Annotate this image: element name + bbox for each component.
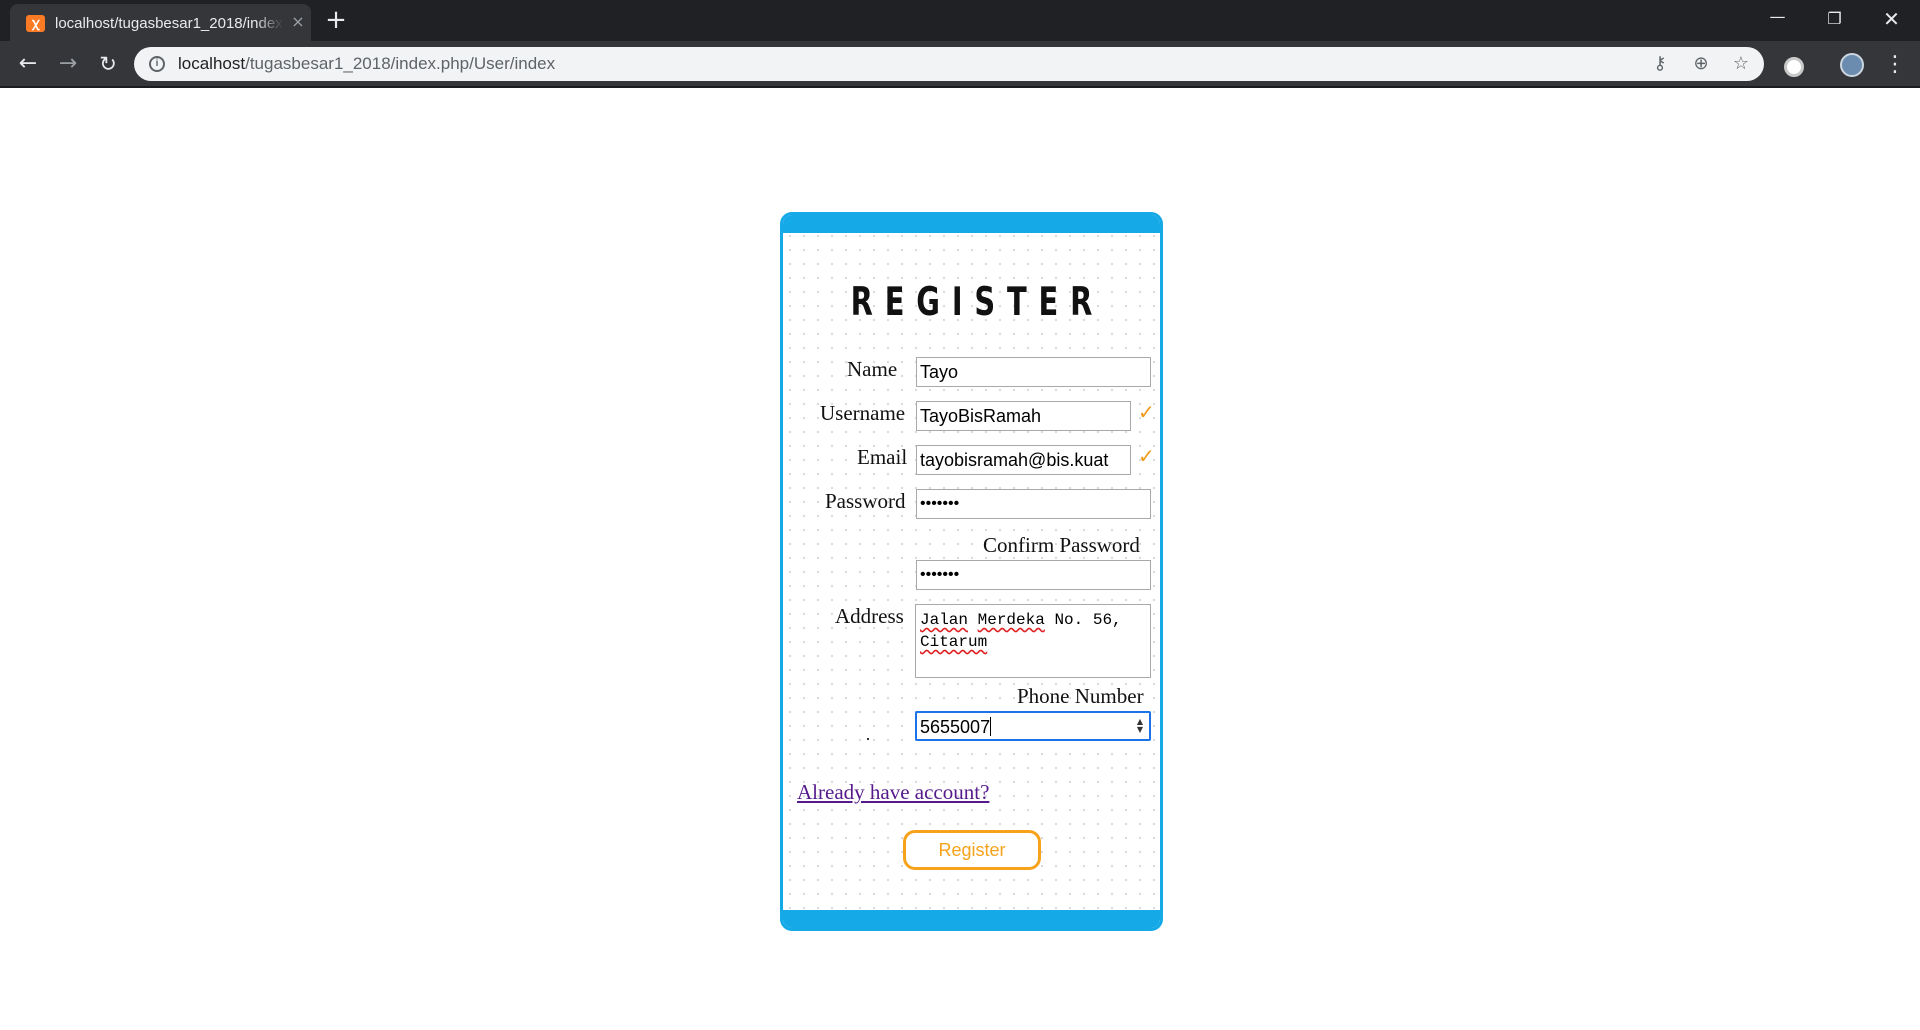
phone-label: Phone Number bbox=[1017, 684, 1144, 708]
key-icon[interactable]: ⚷ bbox=[1648, 52, 1672, 76]
address-text: No. 56, bbox=[1044, 611, 1122, 629]
address-label: Address bbox=[835, 604, 904, 628]
text-caret bbox=[990, 717, 992, 736]
extension-icon[interactable] bbox=[1784, 57, 1804, 77]
reload-button[interactable]: ↻ bbox=[93, 49, 123, 79]
password-input[interactable]: ••••••• bbox=[916, 489, 1151, 519]
address-word: Jalan bbox=[920, 611, 969, 629]
new-tab-button[interactable]: + bbox=[322, 7, 350, 34]
page-title: REGISTER bbox=[850, 280, 1105, 325]
xampp-favicon-icon: ꭓ bbox=[26, 15, 45, 32]
tab-title: localhost/tugasbesar1_2018/index.php/Use… bbox=[55, 15, 283, 32]
register-button[interactable]: Register bbox=[903, 830, 1041, 870]
browser-tab-strip: ꭓ localhost/tugasbesar1_2018/index.php/U… bbox=[0, 0, 1920, 41]
tab-close-icon[interactable]: × bbox=[289, 13, 307, 31]
username-input[interactable]: TayoBisRamah bbox=[916, 401, 1131, 431]
url-path: /tugasbesar1_2018/index.php/User/index bbox=[245, 54, 556, 73]
card-top-bar bbox=[783, 215, 1160, 233]
confirm-password-label: Confirm Password bbox=[983, 533, 1140, 557]
phone-value: 5655007 bbox=[920, 717, 991, 737]
star-icon[interactable]: ☆ bbox=[1729, 52, 1753, 76]
email-valid-check-icon: ✓ bbox=[1138, 444, 1155, 468]
stray-dot bbox=[867, 738, 869, 740]
close-window-button[interactable]: ✕ bbox=[1863, 0, 1920, 41]
username-valid-check-icon: ✓ bbox=[1138, 400, 1155, 424]
address-bar[interactable]: i localhost/tugasbesar1_2018/index.php/U… bbox=[134, 47, 1764, 81]
address-word: Merdeka bbox=[977, 611, 1045, 629]
register-card: REGISTER Name Tayo Username TayoBisRamah… bbox=[780, 212, 1163, 931]
name-input[interactable]: Tayo bbox=[916, 357, 1151, 387]
username-label: Username bbox=[820, 401, 906, 425]
site-info-icon[interactable]: i bbox=[149, 56, 165, 72]
browser-toolbar: ← → ↻ i localhost/tugasbesar1_2018/index… bbox=[0, 41, 1920, 88]
minimize-button[interactable]: — bbox=[1749, 0, 1806, 41]
profile-avatar[interactable] bbox=[1840, 53, 1864, 77]
browser-tab[interactable]: ꭓ localhost/tugasbesar1_2018/index.php/U… bbox=[10, 4, 311, 41]
email-label: Email bbox=[857, 445, 908, 469]
name-label: Name bbox=[847, 357, 898, 381]
confirm-password-input[interactable]: ••••••• bbox=[916, 560, 1151, 590]
address-word: Citarum bbox=[920, 633, 988, 651]
forward-button[interactable]: → bbox=[53, 49, 83, 79]
address-textarea[interactable]: Jalan Merdeka No. 56, Citarum bbox=[915, 604, 1151, 678]
password-label: Password bbox=[825, 489, 906, 513]
number-spinner-icon[interactable]: ▲ ▼ bbox=[1135, 718, 1145, 735]
login-link[interactable]: Already have account? bbox=[797, 780, 989, 805]
email-input[interactable]: tayobisramah@bis.kuat bbox=[916, 445, 1131, 475]
menu-icon[interactable]: ⋮ bbox=[1884, 50, 1906, 80]
restore-button[interactable]: ❐ bbox=[1806, 0, 1863, 41]
url-text[interactable]: localhost/tugasbesar1_2018/index.php/Use… bbox=[178, 54, 555, 74]
url-host: localhost bbox=[178, 54, 246, 73]
phone-input[interactable]: 5655007 ▲ ▼ bbox=[915, 711, 1151, 741]
back-button[interactable]: ← bbox=[13, 49, 43, 79]
zoom-icon[interactable]: ⊕ bbox=[1689, 52, 1713, 76]
card-bottom-bar bbox=[783, 910, 1160, 928]
